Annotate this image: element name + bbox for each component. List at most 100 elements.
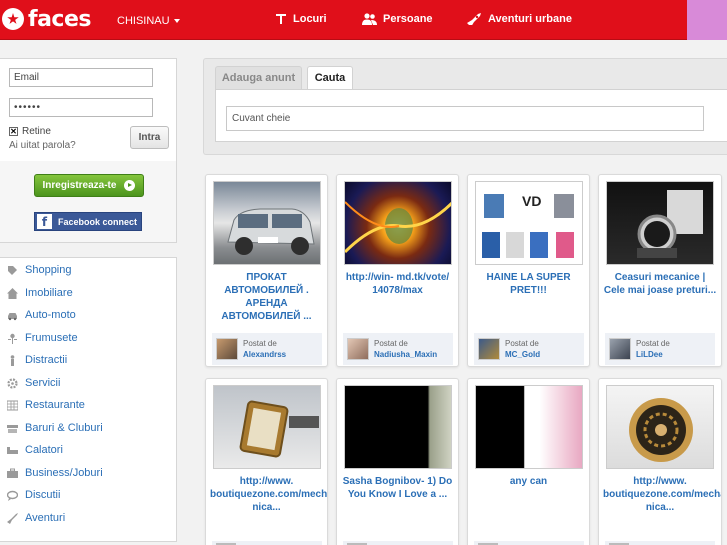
listing-title[interactable]: http://www. boutiquezone.com/mecha nica.… [603,475,721,514]
listing-thumbnail: VD [475,181,583,265]
posted-by-label: Postat de [505,339,539,348]
category-business-joburi[interactable]: Business/Joburi [7,464,103,482]
login-button[interactable]: Intra [130,126,169,149]
listing-poster[interactable]: Postat de LiLDee [605,333,715,365]
listing-poster[interactable] [212,541,322,545]
listing-poster[interactable] [343,541,453,545]
listing-title[interactable]: http://www. boutiquezone.com/mecha nica.… [210,475,327,514]
category-aventuri[interactable]: Aventuri [7,509,65,527]
posted-by-label: Postat de [636,339,670,348]
listing-thumbnail [606,385,714,469]
listing-card[interactable]: Sasha Bognibov- 1) Do You Know I Love a … [336,378,459,545]
keyword-input[interactable]: Cuvant cheie [226,106,704,131]
category-label: Servicii [25,377,61,389]
tab-adauga-anunt[interactable]: Adauga anunt [215,66,302,89]
poster-name[interactable]: MC_Gold [505,349,540,360]
listing-thumbnail [213,181,321,265]
listing-card[interactable]: VD HAINE LA SUPER PRET!!! Postat de MC_Go… [467,174,590,367]
facebook-label: Facebook connect [58,216,138,227]
listing-poster[interactable]: Postat de MC_Gold [474,333,584,365]
category-frumusete[interactable]: Frumusete [7,329,78,347]
listing-poster[interactable]: Postat de Nadiusha_Maxin [343,333,453,365]
poster-name[interactable]: Nadiusha_Maxin [374,349,437,360]
category-baruri-cluburi[interactable]: Baruri & Cluburi [7,419,103,437]
car-icon [7,310,18,321]
nav-aventuri-label: Aventuri urbane [488,13,572,25]
bar-icon [7,423,18,434]
listing-title[interactable]: ПРОКАТ АВТОМОБИЛЕЙ . АРЕНДА АВТОМОБИЛЕЙ … [210,271,323,323]
listing-poster[interactable] [605,541,715,545]
listing-poster[interactable]: Postat de Alexandrss [212,333,322,365]
arrow-right-icon [124,180,136,191]
email-field[interactable]: Email [9,68,153,87]
register-button[interactable]: Inregistreaza-te [34,174,144,197]
nav-aventuri-urbane[interactable]: Aventuri urbane [466,13,572,25]
category-imobiliare[interactable]: Imobiliare [7,284,73,302]
figure-icon [7,354,18,366]
avatar [347,338,369,360]
nav-locuri[interactable]: Locuri [275,13,327,25]
listing-title[interactable]: http://win- md.tk/vote/ 14078/max [341,271,454,297]
house-icon [7,287,18,299]
listing-card[interactable]: Ceasuri mecanice | Cele mai joase pretur… [598,174,722,367]
forgot-password-link[interactable]: Ai uitat parola? [9,140,76,151]
listing-card[interactable]: http://www. boutiquezone.com/mecha nica.… [598,378,722,545]
category-servicii[interactable]: Servicii [7,374,60,392]
category-distractii[interactable]: Distractii [7,351,67,369]
category-label: Distractii [25,354,68,366]
search-panel: Adauga anunt Cauta Cuvant cheie [203,58,727,155]
listing-poster[interactable] [474,541,584,545]
poster-name[interactable]: LiLDee [636,349,670,360]
remember-label: Retine [22,126,51,137]
password-field[interactable]: •••••• [9,98,153,117]
poster-name[interactable]: Alexandrss [243,349,286,360]
category-label: Frumusete [25,332,78,344]
category-auto-moto[interactable]: Auto-moto [7,306,76,324]
login-box: Email •••••• ✕ Retine Ai uitat parola? I… [0,58,177,162]
register-label: Inregistreaza-te [42,180,117,191]
facebook-connect-button[interactable]: f Facebook connect [34,212,142,231]
fork-knife-icon [276,14,286,24]
category-calatori[interactable]: Calatori [7,441,63,459]
posted-by-label: Postat de [374,339,408,348]
listing-title[interactable]: any can [472,475,585,488]
category-shopping[interactable]: Shopping [7,261,72,279]
table-icon [7,400,18,411]
chat-icon [7,490,18,501]
svg-text:VD: VD [522,193,541,209]
nav-persoane[interactable]: Persoane [362,13,433,25]
listing-card[interactable]: any can [467,378,590,545]
avatar [478,338,500,360]
listing-card[interactable]: ПРОКАТ АВТОМОБИЛЕЙ . АРЕНДА АВТОМОБИЛЕЙ … [205,174,328,367]
remember-me[interactable]: ✕ Retine [9,126,51,137]
listing-thumbnail [344,385,452,469]
star-logo-icon [0,7,26,31]
bed-icon [7,445,18,456]
people-icon [362,13,377,25]
listing-title[interactable]: HAINE LA SUPER PRET!!! [472,271,585,297]
rocket-icon [7,512,18,524]
listing-title[interactable]: Ceasuri mecanice | Cele mai joase pretur… [603,271,717,297]
search-form: Cuvant cheie [215,89,727,142]
category-label: Calatori [25,444,63,456]
city-selector[interactable]: CHISINAU [117,15,180,27]
category-label: Baruri & Cluburi [25,422,103,434]
flower-icon [7,333,18,344]
tag-icon [7,265,18,276]
listing-title[interactable]: Sasha Bognibov- 1) Do You Know I Love a … [341,475,454,501]
category-label: Imobiliare [25,287,73,299]
category-restaurante[interactable]: Restaurante [7,396,85,414]
nav-persoane-label: Persoane [383,13,433,25]
category-list: Shopping Imobiliare Auto-moto Frumusete … [0,257,177,542]
listing-card[interactable]: http://www. boutiquezone.com/mecha nica.… [205,378,328,545]
city-label: CHISINAU [117,15,170,27]
briefcase-icon [7,468,18,479]
category-label: Business/Joburi [25,467,103,479]
listing-card[interactable]: http://win- md.tk/vote/ 14078/max Postat… [336,174,459,367]
posted-by-label: Postat de [243,339,277,348]
faces-logo[interactable]: faces [0,6,91,32]
listing-thumbnail [475,385,583,469]
tab-cauta[interactable]: Cauta [307,66,353,89]
category-discutii[interactable]: Discutii [7,486,60,504]
remember-checkbox[interactable]: ✕ [9,127,18,136]
